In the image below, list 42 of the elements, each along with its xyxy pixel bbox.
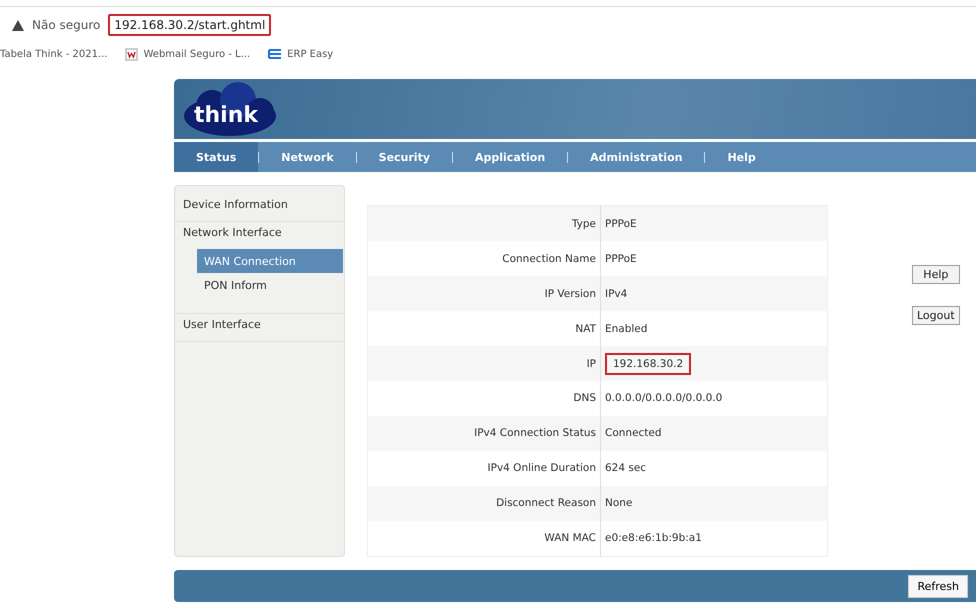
e-logo-icon: [268, 49, 282, 59]
field-value: 0.0.0.0/0.0.0.0/0.0.0.0: [605, 392, 722, 404]
field-label: WAN MAC: [544, 532, 596, 544]
address-bar[interactable]: 192.168.30.2/start.ghtml: [108, 14, 272, 36]
field-value: 192.168.30.2: [605, 352, 692, 374]
sidebar-item[interactable]: Device Information: [175, 194, 344, 222]
field-label: NAT: [575, 322, 596, 335]
nav-tab[interactable]: Application: [453, 142, 568, 172]
nav-tab[interactable]: Administration: [568, 142, 704, 172]
refresh-button[interactable]: Refresh: [908, 574, 968, 598]
sidebar-subitem[interactable]: WAN Connection: [197, 249, 343, 273]
field-value: 624 sec: [605, 462, 646, 474]
bookmark-link[interactable]: ERP Easy: [287, 48, 334, 60]
warning-icon: [12, 20, 24, 30]
field-label: Type: [572, 218, 596, 230]
field-label: Connection Name: [502, 252, 596, 265]
field-label: DNS: [573, 392, 596, 404]
nav-tab[interactable]: Security: [356, 142, 452, 172]
security-label[interactable]: Não seguro: [32, 18, 100, 32]
nav-tab[interactable]: Network: [259, 142, 356, 172]
field-value: None: [605, 497, 632, 510]
side-button[interactable]: Help: [912, 265, 960, 284]
bookmark-link[interactable]: Webmail Seguro - L...: [143, 48, 250, 60]
field-label: IPv4 Connection Status: [474, 427, 596, 440]
field-value: Enabled: [605, 322, 648, 335]
bookmark-link[interactable]: Tabela Think - 2021...: [0, 48, 108, 60]
field-label: IP: [586, 358, 596, 370]
field-label: IPv4 Online Duration: [488, 462, 596, 474]
field-label: IP Version: [544, 288, 596, 300]
field-value: Connected: [605, 427, 662, 440]
sidebar-subitem[interactable]: PON Inform: [197, 273, 343, 297]
side-button[interactable]: Logout: [912, 306, 960, 325]
field-value: PPPoE: [605, 218, 637, 230]
nav-tab[interactable]: Help: [705, 142, 778, 172]
nav-tab[interactable]: Status: [174, 142, 258, 172]
sidebar-item[interactable]: User Interface: [175, 314, 344, 342]
field-label: Disconnect Reason: [496, 497, 596, 510]
w-logo-icon: [125, 48, 138, 60]
sidebar-item[interactable]: Network Interface: [175, 222, 344, 249]
field-value: e0:e8:e6:1b:9b:a1: [605, 532, 702, 544]
field-value: IPv4: [605, 288, 628, 300]
field-value: PPPoE: [605, 252, 637, 265]
